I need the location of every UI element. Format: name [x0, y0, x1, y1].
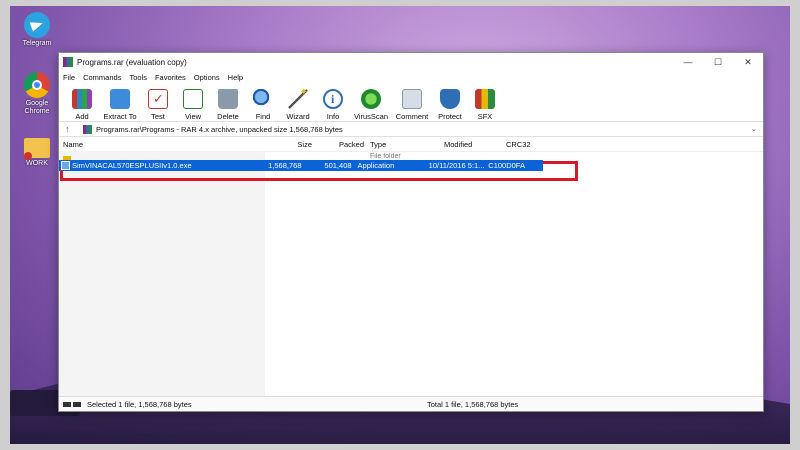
close-button[interactable]: ✕	[733, 57, 763, 68]
file-type: Application	[357, 161, 395, 170]
info-label: Info	[326, 112, 340, 121]
drive-icon[interactable]	[63, 401, 71, 407]
menu-commands[interactable]: Commands	[83, 73, 121, 82]
virus-scan-icon	[361, 89, 381, 109]
winrar-app-icon	[63, 57, 73, 67]
info-icon	[323, 89, 343, 109]
maximize-button[interactable]: ☐	[703, 57, 733, 68]
menu-favorites[interactable]: Favorites	[155, 73, 186, 82]
selected-row[interactable]: SimVINACAL570ESPLUSIIv1.0.exe 1,568,768 …	[59, 160, 543, 171]
application-icon	[61, 161, 70, 170]
chrome-icon	[24, 72, 50, 98]
sfx-archive-icon	[475, 89, 495, 109]
key-icon[interactable]	[73, 401, 81, 407]
sfx-label: SFX	[477, 112, 493, 121]
file-packed: 501,408	[324, 161, 352, 170]
view-button[interactable]: View	[176, 89, 210, 121]
comment-label: Comment	[395, 112, 429, 121]
empty-list-area	[59, 151, 265, 397]
address-bar: ↑ Programs.rar\Programs - RAR 4.x archiv…	[59, 122, 763, 137]
desktop-icon-telegram[interactable]: Telegram	[20, 12, 54, 48]
test-checklist-icon	[148, 89, 168, 109]
add-button[interactable]: Add	[65, 89, 99, 121]
view-book-icon	[183, 89, 203, 109]
find-label: Find	[255, 112, 271, 121]
file-name: SimVINACAL570ESPLUSIIv1.0.exe	[72, 161, 192, 170]
file-modified: 10/11/2016 5:1...	[428, 161, 485, 170]
add-books-icon	[72, 89, 92, 109]
window-title: Programs.rar (evaluation copy)	[77, 57, 187, 67]
archive-icon	[83, 124, 92, 134]
status-total: Total 1 file, 1,568,768 bytes	[427, 399, 519, 409]
trash-icon	[218, 89, 238, 109]
wizard-button[interactable]: Wizard	[281, 87, 315, 121]
column-name[interactable]: Name	[59, 140, 265, 149]
column-type[interactable]: Type	[367, 140, 441, 149]
magic-wand-icon	[288, 87, 308, 109]
status-selected: Selected 1 file, 1,568,768 bytes	[87, 399, 192, 409]
title-bar[interactable]: Programs.rar (evaluation copy) — ☐ ✕	[59, 53, 763, 71]
desktop-icon-label: Google Chrome	[24, 100, 50, 115]
test-button[interactable]: Test	[141, 89, 175, 121]
protect-button[interactable]: Protect	[433, 89, 467, 121]
toolbar: Add Extract To Test View Delete Find Wiz…	[59, 83, 763, 122]
view-label: View	[184, 112, 202, 121]
comment-button[interactable]: Comment	[392, 89, 432, 121]
menu-file[interactable]: File	[63, 73, 75, 82]
file-crc32: C100D0FA	[488, 161, 525, 170]
telegram-icon	[24, 12, 50, 38]
extract-folder-icon	[110, 89, 130, 109]
desktop-icon-label: WORK	[26, 160, 48, 167]
minimize-button[interactable]: —	[673, 57, 703, 67]
test-label: Test	[151, 112, 165, 121]
add-label: Add	[75, 112, 89, 121]
extract-to-button[interactable]: Extract To	[100, 89, 140, 121]
menu-bar: File Commands Tools Favorites Options He…	[59, 71, 763, 83]
column-modified[interactable]: Modified	[441, 140, 503, 149]
table-row[interactable]: SimVINACAL570ESPLUSIIv1.0.exe 1,568,768 …	[59, 160, 763, 171]
desktop-icon-label: Telegram	[22, 40, 52, 47]
winrar-window: Programs.rar (evaluation copy) — ☐ ✕ Fil…	[58, 52, 764, 412]
column-packed[interactable]: Packed	[315, 140, 367, 149]
column-crc32[interactable]: CRC32	[503, 140, 563, 149]
protect-label: Protect	[438, 112, 462, 121]
menu-options[interactable]: Options	[194, 73, 220, 82]
virusscan-label: VirusScan	[353, 112, 389, 121]
chevron-down-icon[interactable]: ⌄	[751, 125, 763, 133]
column-size[interactable]: Size	[265, 140, 315, 149]
address-path[interactable]: Programs.rar\Programs - RAR 4.x archive,…	[96, 125, 751, 134]
status-bar: Selected 1 file, 1,568,768 bytes Total 1…	[59, 396, 763, 411]
column-header: Name Size Packed Type Modified CRC32	[59, 137, 763, 152]
file-list: Name Size Packed Type Modified CRC32 Fil…	[59, 137, 763, 397]
sfx-button[interactable]: SFX	[468, 89, 502, 121]
info-button[interactable]: Info	[316, 89, 350, 121]
desktop-icon-chrome[interactable]: Google Chrome	[20, 72, 54, 116]
find-button[interactable]: Find	[246, 89, 280, 121]
menu-help[interactable]: Help	[228, 73, 243, 82]
up-arrow-icon[interactable]: ↑	[65, 124, 77, 134]
error-badge-icon	[24, 152, 32, 160]
folder-type: File folder	[370, 153, 401, 160]
menu-tools[interactable]: Tools	[129, 73, 147, 82]
wizard-label: Wizard	[286, 112, 310, 121]
file-size: 1,568,768	[268, 161, 302, 170]
folder-icon	[24, 138, 50, 160]
delete-button[interactable]: Delete	[211, 89, 245, 121]
desktop-icon-work[interactable]: WORK	[20, 134, 54, 168]
comment-icon	[402, 89, 422, 109]
delete-label: Delete	[217, 112, 239, 121]
drive-icons	[59, 401, 87, 407]
shield-icon	[440, 89, 460, 109]
parent-folder-row[interactable]: File folder	[59, 152, 763, 160]
magnifier-icon	[253, 89, 273, 109]
virusscan-button[interactable]: VirusScan	[351, 89, 391, 121]
extract-to-label: Extract To	[103, 112, 137, 121]
